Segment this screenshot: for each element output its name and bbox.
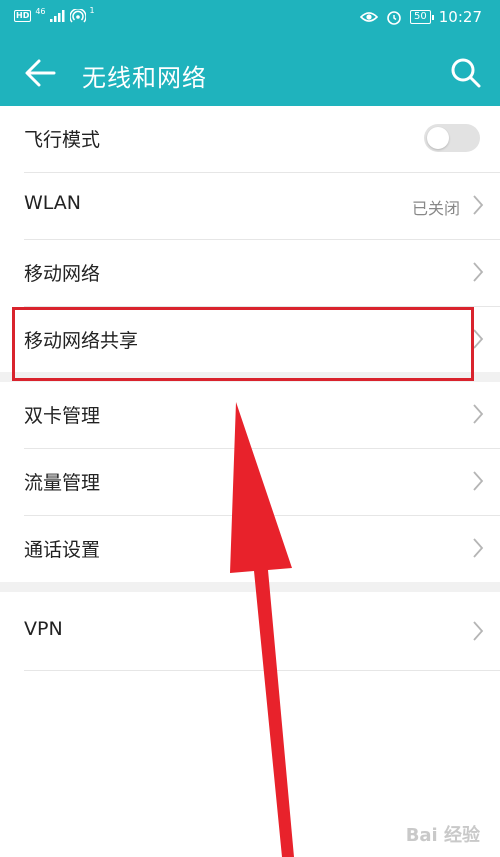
app-bar: 无线和网络	[0, 40, 500, 106]
row-label: 移动网络共享	[24, 330, 139, 352]
tethering-row[interactable]: 移动网络共享	[24, 307, 500, 372]
clock: 10:27	[438, 8, 482, 26]
section-gap	[0, 582, 500, 592]
back-arrow-icon[interactable]	[24, 57, 58, 89]
mobile-network-row[interactable]: 移动网络	[24, 240, 500, 306]
airplane-mode-toggle[interactable]	[424, 124, 480, 152]
chevron-right-icon	[473, 262, 484, 282]
airplane-mode-row[interactable]: 飞行模式	[24, 106, 500, 173]
hd-badge: HD	[14, 10, 32, 22]
row-label: 移动网络	[24, 263, 101, 285]
dual-sim-row[interactable]: 双卡管理	[24, 382, 500, 449]
vpn-row[interactable]: VPN	[24, 592, 500, 671]
row-label: 通话设置	[24, 539, 101, 561]
chevron-right-icon	[473, 404, 484, 424]
status-bar: HD 46 1 50 10:27	[0, 0, 500, 40]
hotspot-count: 1	[89, 5, 95, 15]
status-right: 50 10:27	[360, 8, 482, 26]
chevron-right-icon	[473, 471, 484, 491]
wlan-row[interactable]: WLAN 已关闭	[24, 173, 500, 240]
wlan-status: 已关闭	[411, 199, 460, 218]
data-usage-row[interactable]: 流量管理	[24, 449, 500, 516]
row-label: VPN	[24, 618, 63, 640]
chevron-right-icon	[473, 538, 484, 558]
chevron-right-icon	[473, 195, 484, 215]
section-gap	[0, 372, 500, 382]
baidu-watermark: Bai 经验	[405, 825, 480, 846]
alarm-icon	[387, 11, 401, 25]
status-left: HD 46 1	[14, 5, 95, 23]
chevron-right-icon	[473, 329, 484, 349]
page-title: 无线和网络	[82, 64, 207, 92]
settings-list: 飞行模式 WLAN 已关闭 移动网络 移动网络共享 双卡管理 流量管理 通话设置…	[0, 106, 500, 671]
hotspot-icon	[69, 9, 86, 23]
row-label: WLAN	[24, 192, 82, 214]
toggle-knob	[427, 127, 449, 149]
row-label: 流量管理	[24, 472, 101, 494]
call-settings-row[interactable]: 通话设置	[24, 516, 500, 582]
chevron-right-icon	[473, 621, 484, 641]
row-label: 双卡管理	[24, 405, 101, 427]
row-label: 飞行模式	[24, 129, 101, 151]
battery-indicator: 50	[410, 10, 434, 24]
search-icon[interactable]	[450, 57, 482, 89]
signal-icon	[49, 10, 65, 22]
network-type: 46	[35, 6, 46, 16]
eye-comfort-icon	[360, 12, 379, 22]
